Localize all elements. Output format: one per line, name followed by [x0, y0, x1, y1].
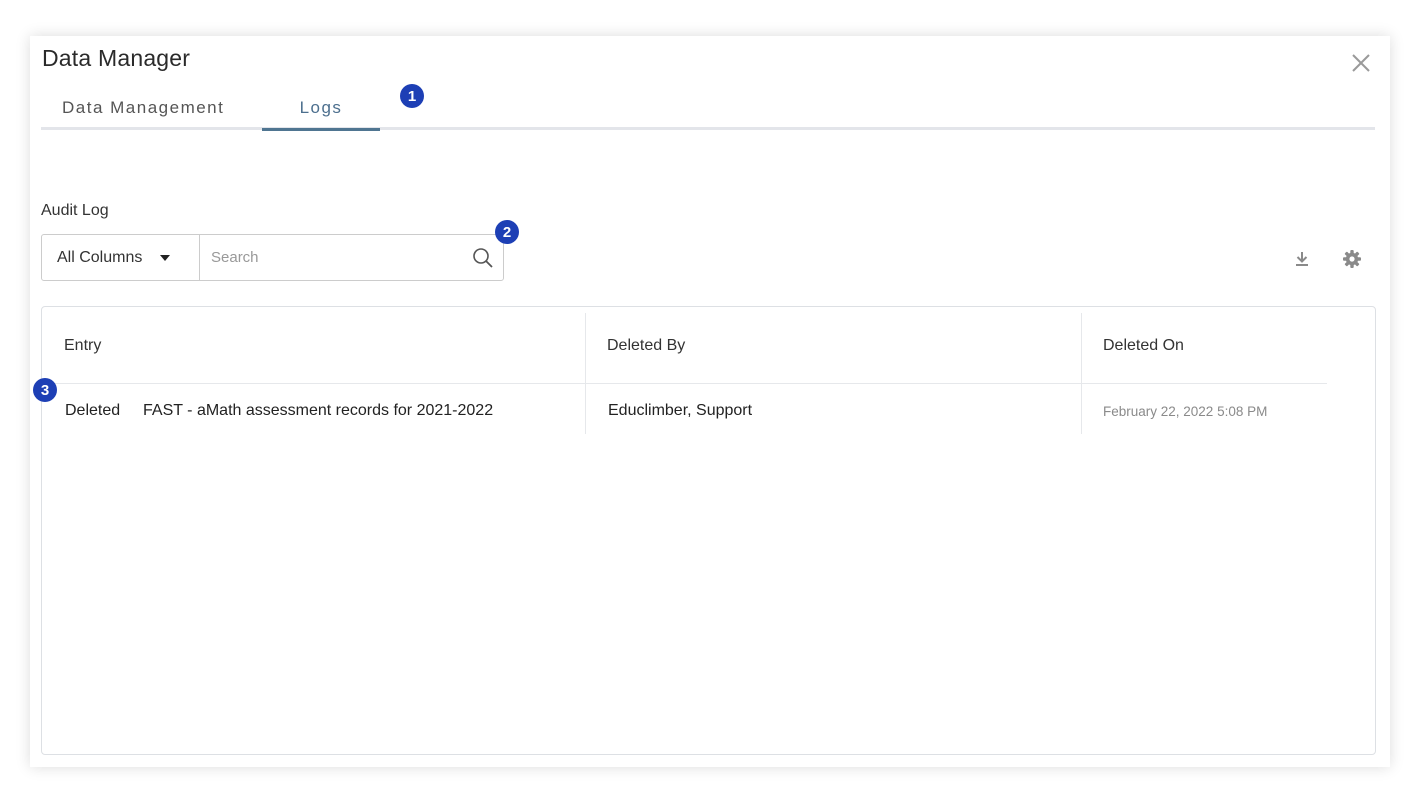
deleted-by-cell: Educlimber, Support: [608, 402, 753, 419]
close-icon[interactable]: [1348, 50, 1374, 76]
deleted-on-cell: February 22, 2022 5:08 PM: [1103, 404, 1268, 419]
caret-down-icon: [160, 254, 171, 261]
step-marker-1: 1: [400, 84, 424, 108]
header-divider: [42, 383, 1327, 384]
dialog-title: Data Manager: [42, 45, 191, 71]
column-filter-dropdown[interactable]: All Columns: [42, 235, 200, 280]
download-icon[interactable]: [1292, 249, 1312, 269]
gear-icon[interactable]: [1342, 249, 1362, 269]
section-title-audit-log: Audit Log: [41, 202, 109, 219]
search-input[interactable]: [200, 235, 463, 280]
step-marker-2: 2: [495, 220, 519, 244]
table-header: Entry Deleted By Deleted On: [42, 313, 1375, 383]
audit-log-table: Entry Deleted By Deleted On Deleted FAST…: [41, 306, 1376, 755]
entry-cell: FAST - aMath assessment records for 2021…: [143, 402, 494, 419]
tab-logs[interactable]: Logs: [262, 98, 380, 131]
column-filter-label: All Columns: [57, 248, 143, 266]
search-bar: All Columns: [41, 234, 504, 281]
column-header-deleted-by[interactable]: Deleted By: [607, 337, 685, 355]
column-divider: [585, 313, 586, 434]
entry-action: Deleted: [65, 402, 121, 419]
data-manager-dialog: Data Manager Data Management Logs 1 Audi…: [30, 36, 1390, 767]
column-header-entry[interactable]: Entry: [64, 337, 101, 355]
search-icon[interactable]: [463, 235, 503, 280]
column-divider: [1081, 313, 1082, 434]
step-marker-3: 3: [33, 378, 57, 402]
tab-bar: Data Management Logs: [41, 93, 1375, 131]
column-header-deleted-on[interactable]: Deleted On: [1103, 337, 1184, 355]
tab-data-management[interactable]: Data Management: [62, 98, 224, 118]
